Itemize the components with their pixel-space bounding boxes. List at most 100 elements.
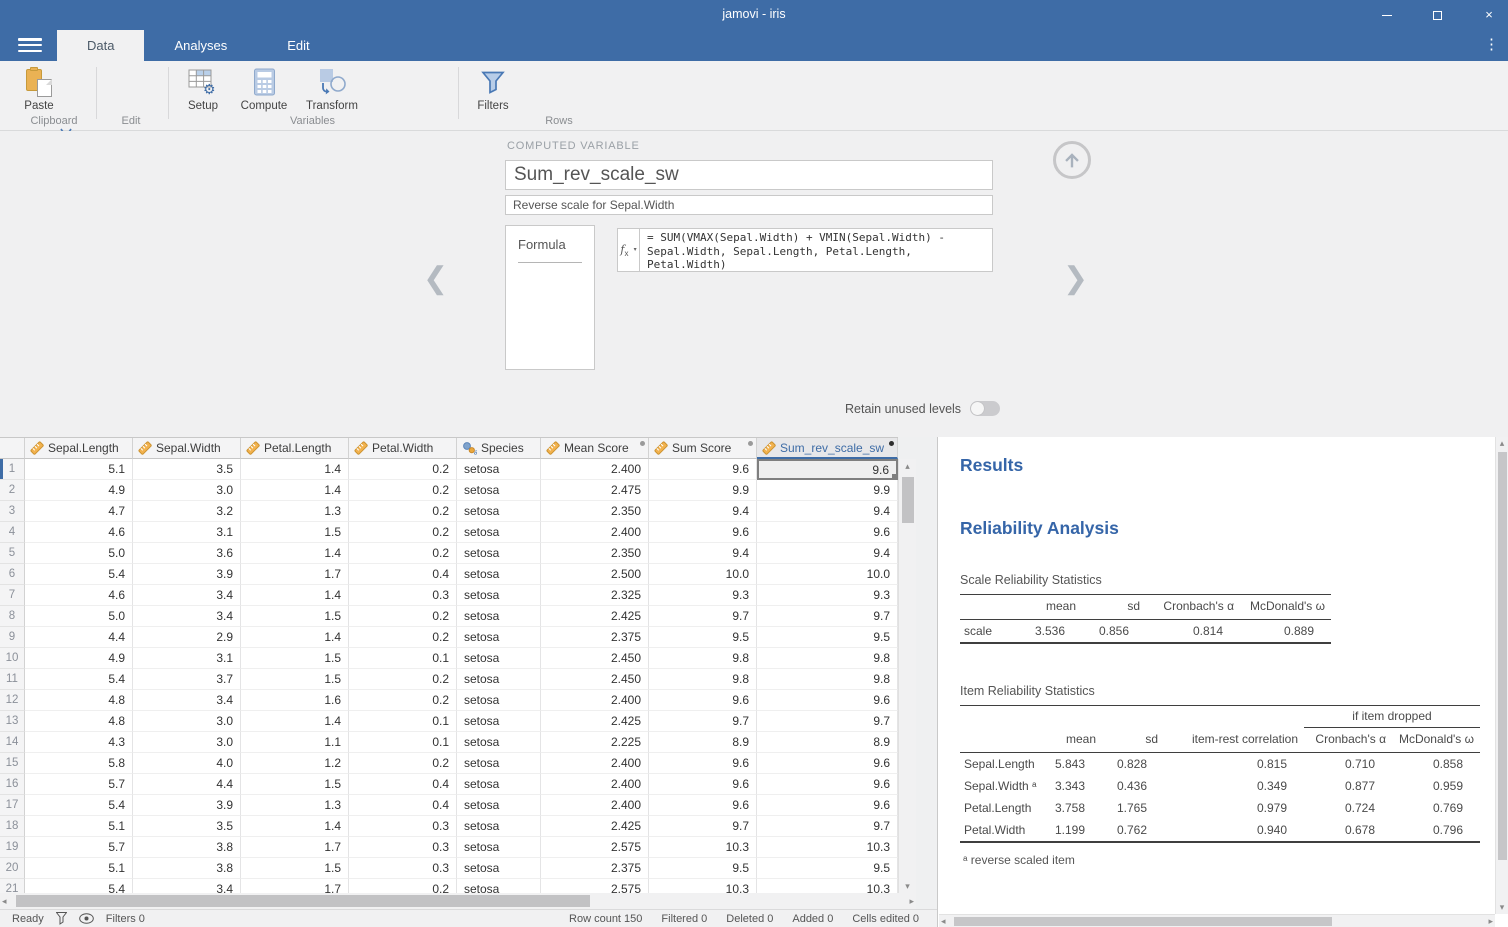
grid-cell[interactable]: 3.5 [133, 816, 241, 837]
grid-cell[interactable]: 0.2 [349, 669, 457, 690]
grid-cell[interactable]: 0.2 [349, 459, 457, 480]
grid-cell[interactable]: 0.2 [349, 606, 457, 627]
grid-cell[interactable]: setosa [457, 774, 541, 795]
grid-cell[interactable]: 3.4 [133, 606, 241, 627]
grid-cell[interactable]: setosa [457, 879, 541, 893]
grid-cell[interactable]: 9.3 [649, 585, 757, 606]
grid-cell[interactable]: 9.6 [757, 774, 898, 795]
grid-cell[interactable]: 9.9 [757, 480, 898, 501]
grid-cell[interactable]: 9.3 [757, 585, 898, 606]
row-number[interactable]: 3 [0, 501, 25, 522]
grid-cell[interactable]: 0.4 [349, 795, 457, 816]
grid-cell[interactable]: 1.1 [241, 732, 349, 753]
results-horizontal-scrollbar[interactable]: ◂ ▸ [939, 914, 1495, 927]
grid-cell[interactable]: 1.5 [241, 669, 349, 690]
row-number[interactable]: 13 [0, 711, 25, 732]
row-number[interactable]: 18 [0, 816, 25, 837]
grid-cell[interactable]: 2.375 [541, 627, 649, 648]
grid-horizontal-scrollbar[interactable]: ◂ ▸ [0, 893, 916, 909]
grid-cell[interactable]: 2.425 [541, 816, 649, 837]
grid-cell[interactable]: 3.8 [133, 837, 241, 858]
row-number[interactable]: 17 [0, 795, 25, 816]
grid-cell[interactable]: 5.8 [25, 753, 133, 774]
grid-cell[interactable]: 9.4 [757, 543, 898, 564]
grid-cell[interactable]: 2.575 [541, 879, 649, 893]
grid-cell[interactable]: 3.0 [133, 480, 241, 501]
grid-cell[interactable]: 3.0 [133, 711, 241, 732]
grid-cell[interactable]: 3.6 [133, 543, 241, 564]
column-header[interactable]: aSpecies [457, 438, 541, 459]
grid-cell[interactable]: 9.8 [649, 669, 757, 690]
grid-cell[interactable]: setosa [457, 816, 541, 837]
grid-cell[interactable]: setosa [457, 837, 541, 858]
results-vscroll-thumb[interactable] [1498, 452, 1507, 860]
column-header[interactable]: Sum Score [649, 438, 757, 459]
grid-cell[interactable]: 2.500 [541, 564, 649, 585]
grid-cell[interactable]: 0.2 [349, 690, 457, 711]
grid-cell[interactable]: 9.5 [649, 627, 757, 648]
maximize-button[interactable] [1428, 6, 1446, 24]
grid-cell[interactable]: 2.425 [541, 606, 649, 627]
grid-cell[interactable]: setosa [457, 522, 541, 543]
row-number[interactable]: 16 [0, 774, 25, 795]
grid-cell[interactable]: 3.1 [133, 648, 241, 669]
grid-cell[interactable]: 9.8 [757, 669, 898, 690]
column-header[interactable]: Sum_rev_scale_sw [757, 438, 898, 459]
grid-cell[interactable]: 9.4 [649, 501, 757, 522]
grid-cell[interactable]: 4.8 [25, 711, 133, 732]
grid-cell[interactable]: 0.1 [349, 732, 457, 753]
row-number[interactable]: 5 [0, 543, 25, 564]
grid-cell[interactable]: 5.4 [25, 564, 133, 585]
grid-cell[interactable]: setosa [457, 585, 541, 606]
grid-cell[interactable]: 9.6 [757, 795, 898, 816]
grid-cell[interactable]: 1.5 [241, 606, 349, 627]
grid-cell[interactable]: 2.400 [541, 795, 649, 816]
grid-cell[interactable]: 0.3 [349, 858, 457, 879]
transform-button[interactable]: Transform [301, 66, 363, 112]
grid-cell[interactable]: 9.7 [757, 816, 898, 837]
grid-cell[interactable]: 0.2 [349, 480, 457, 501]
grid-cell[interactable]: 9.6 [649, 690, 757, 711]
grid-cell[interactable]: 9.6 [757, 459, 898, 480]
column-header[interactable]: Mean Score [541, 438, 649, 459]
grid-cell[interactable]: 3.0 [133, 732, 241, 753]
grid-cell[interactable]: 3.4 [133, 585, 241, 606]
grid-cell[interactable]: 10.3 [757, 879, 898, 893]
grid-cell[interactable]: 1.4 [241, 543, 349, 564]
grid-cell[interactable]: setosa [457, 858, 541, 879]
grid-cell[interactable]: 4.6 [25, 585, 133, 606]
row-number[interactable]: 10 [0, 648, 25, 669]
grid-corner-cell[interactable] [0, 438, 25, 459]
formula-input[interactable]: = SUM(VMAX(Sepal.Width) + VMIN(Sepal.Wid… [639, 228, 993, 272]
grid-cell[interactable]: 2.325 [541, 585, 649, 606]
scroll-up-icon[interactable]: ▴ [899, 459, 916, 473]
grid-cell[interactable]: 9.6 [649, 522, 757, 543]
grid-cell[interactable]: 4.9 [25, 648, 133, 669]
row-number[interactable]: 21 [0, 879, 25, 893]
grid-cell[interactable]: 0.2 [349, 543, 457, 564]
grid-cell[interactable]: 9.5 [649, 858, 757, 879]
grid-cell[interactable]: 1.3 [241, 795, 349, 816]
grid-cell[interactable]: setosa [457, 501, 541, 522]
grid-cell[interactable]: 9.6 [757, 753, 898, 774]
grid-cell[interactable]: 0.2 [349, 627, 457, 648]
collapse-editor-button[interactable] [1053, 141, 1091, 179]
retain-unused-levels-toggle[interactable] [970, 401, 1000, 416]
grid-cell[interactable]: 3.4 [133, 879, 241, 893]
grid-cell[interactable]: 9.6 [649, 753, 757, 774]
grid-cell[interactable]: 2.350 [541, 501, 649, 522]
row-number[interactable]: 8 [0, 606, 25, 627]
grid-cell[interactable]: 9.4 [757, 501, 898, 522]
grid-cell[interactable]: 9.6 [757, 522, 898, 543]
grid-cell[interactable]: 1.7 [241, 879, 349, 893]
grid-cell[interactable]: setosa [457, 543, 541, 564]
grid-cell[interactable]: 9.7 [757, 711, 898, 732]
grid-cell[interactable]: 2.350 [541, 543, 649, 564]
scroll-right-icon[interactable]: ▸ [909, 896, 914, 907]
scroll-left-icon[interactable]: ◂ [941, 916, 946, 927]
grid-cell[interactable]: 9.6 [757, 690, 898, 711]
grid-cell[interactable]: 3.9 [133, 564, 241, 585]
grid-cell[interactable]: 10.3 [649, 837, 757, 858]
results-hscroll-thumb[interactable] [954, 917, 1332, 926]
grid-cell[interactable]: 1.7 [241, 837, 349, 858]
